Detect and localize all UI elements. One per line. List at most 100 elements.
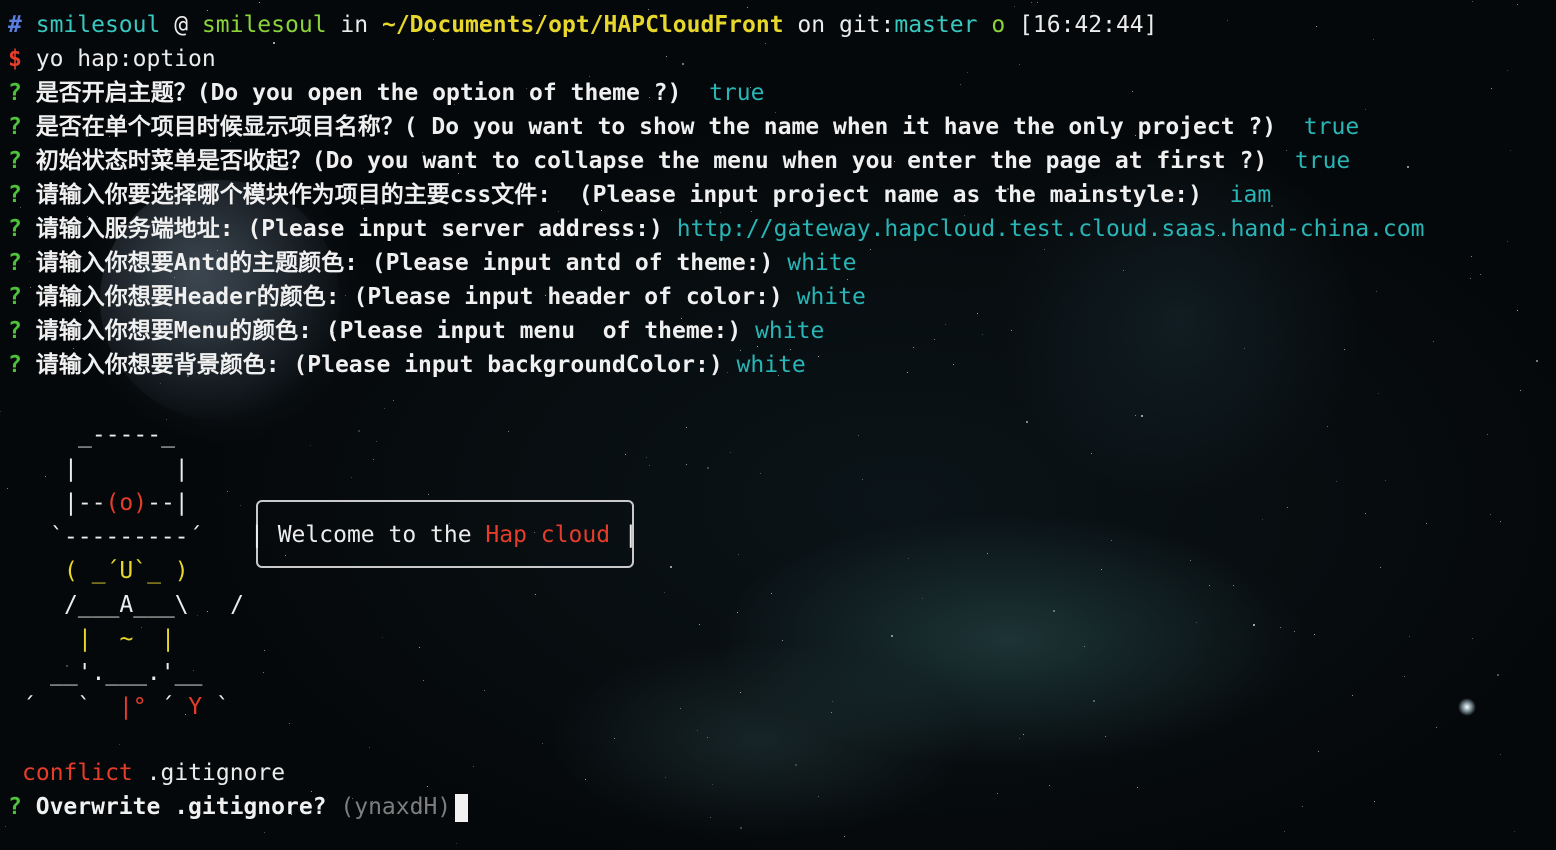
robot-eye-right: --| xyxy=(147,490,189,516)
star-dot xyxy=(1378,393,1379,394)
star-dot xyxy=(664,592,665,593)
star-dot xyxy=(376,441,377,442)
star-dot xyxy=(1517,310,1518,311)
star-dot xyxy=(818,796,819,797)
answer-text: true xyxy=(1303,114,1360,140)
question-text: 请输入你想要Header的颜色: (Please input header of… xyxy=(35,284,797,310)
prompt-time: [16:42:44] xyxy=(1019,12,1158,38)
star-dot xyxy=(484,690,485,691)
star-dot xyxy=(760,473,761,474)
star-dot xyxy=(1302,806,1303,807)
star-dot xyxy=(1137,787,1138,788)
star-dot xyxy=(1026,421,1028,423)
star-dot xyxy=(907,372,908,373)
star-dot xyxy=(710,817,711,818)
prompt-branch: master xyxy=(894,12,978,38)
star-dot xyxy=(1084,646,1085,647)
welcome-pipe-right: | xyxy=(610,522,638,548)
star-dot xyxy=(0,411,1,412)
overwrite-prompt-line[interactable]: ? Overwrite .gitignore? (ynaxdH) xyxy=(8,790,469,824)
text-cursor[interactable] xyxy=(455,793,469,822)
star-dot xyxy=(649,465,650,466)
star-dot xyxy=(858,435,859,436)
star-dot xyxy=(1433,341,1434,342)
star-dot xyxy=(908,558,909,559)
star-dot xyxy=(419,647,420,648)
star-dot xyxy=(960,84,961,85)
prompt-at: @ xyxy=(174,12,189,38)
question-line: ? 请输入你想要Header的颜色: (Please input header … xyxy=(8,280,866,314)
star-dot xyxy=(1314,634,1315,635)
star-dot xyxy=(967,72,968,73)
question-line: ? 请输入你要选择哪个模块作为项目的主要css文件: (Please input… xyxy=(8,178,1271,212)
star-dot xyxy=(7,488,8,489)
star-dot xyxy=(707,737,708,738)
welcome-message: | Welcome to the Hap cloud | xyxy=(250,518,638,552)
star-dot xyxy=(1497,674,1499,676)
star-dot xyxy=(670,566,672,568)
star-dot xyxy=(1376,291,1377,292)
star-dot xyxy=(1470,278,1471,279)
overwrite-question: Overwrite .gitignore? xyxy=(35,794,327,820)
star-dot xyxy=(1409,636,1410,637)
star-dot xyxy=(119,744,120,745)
star-dot xyxy=(614,738,615,739)
answer-text: iam xyxy=(1229,182,1272,208)
star-dot xyxy=(1472,1,1473,2)
star-dot xyxy=(1284,831,1285,832)
question-mark: ? xyxy=(8,794,22,820)
answer-link[interactable]: http://gateway.hapcloud.test.cloud.saas.… xyxy=(677,216,1425,242)
conflict-label: conflict xyxy=(22,760,133,786)
star-dot xyxy=(1316,26,1317,27)
robot-feet-c: ´ xyxy=(160,694,189,720)
star-dot xyxy=(740,692,741,693)
welcome-pipe-left: | xyxy=(250,522,278,548)
welcome-brand: Hap cloud xyxy=(485,522,611,548)
star-dot xyxy=(682,63,684,65)
command-line: $ yo hap:option xyxy=(8,42,216,76)
star-dot xyxy=(1044,249,1045,250)
star-dot xyxy=(535,594,536,595)
star-dot xyxy=(1111,540,1112,541)
answer-text: white xyxy=(796,284,866,310)
question-mark: ? xyxy=(8,352,22,378)
star-dot xyxy=(508,431,509,432)
star-dot xyxy=(646,457,647,458)
star-dot xyxy=(1480,274,1481,275)
overwrite-options: (ynaxdH) xyxy=(340,794,452,820)
star-dot xyxy=(738,554,739,555)
star-dot xyxy=(1344,349,1345,350)
star-dot xyxy=(1520,390,1521,391)
question-text: 初始状态时菜单是否收起？(Do you want to collapse the… xyxy=(35,148,1295,174)
star-dot xyxy=(686,427,687,428)
star-dot xyxy=(1091,453,1092,454)
star-dot xyxy=(263,672,264,673)
star-dot xyxy=(922,598,923,599)
question-mark: ? xyxy=(8,284,22,310)
star-dot xyxy=(1011,330,1012,331)
star-dot xyxy=(585,779,586,780)
question-mark: ? xyxy=(8,182,22,208)
question-mark: ? xyxy=(8,216,22,242)
star-dot xyxy=(1327,426,1328,427)
star-dot xyxy=(227,491,228,492)
star-dot xyxy=(730,452,731,453)
star-dot xyxy=(913,347,914,348)
question-mark: ? xyxy=(8,318,22,344)
robot-feet: ´ ` |° ´ Y ` xyxy=(22,690,230,724)
star-dot xyxy=(393,400,394,401)
star-dot xyxy=(310,445,311,446)
robot-feet-b: |° xyxy=(118,694,161,720)
star-dot xyxy=(891,635,893,637)
star-dot xyxy=(1426,523,1427,524)
star-dot xyxy=(945,324,946,325)
star-dot xyxy=(862,479,863,480)
star-dot xyxy=(289,723,290,724)
star-dot xyxy=(665,777,666,778)
star-dot xyxy=(831,712,832,713)
command-dollar: $ xyxy=(8,46,22,72)
prompt-user: smilesoul xyxy=(35,12,161,38)
star-dot xyxy=(264,832,265,833)
answer-text: white xyxy=(787,250,857,276)
question-text: 是否在单个项目时候显示项目名称？( Do you want to show th… xyxy=(35,114,1304,140)
